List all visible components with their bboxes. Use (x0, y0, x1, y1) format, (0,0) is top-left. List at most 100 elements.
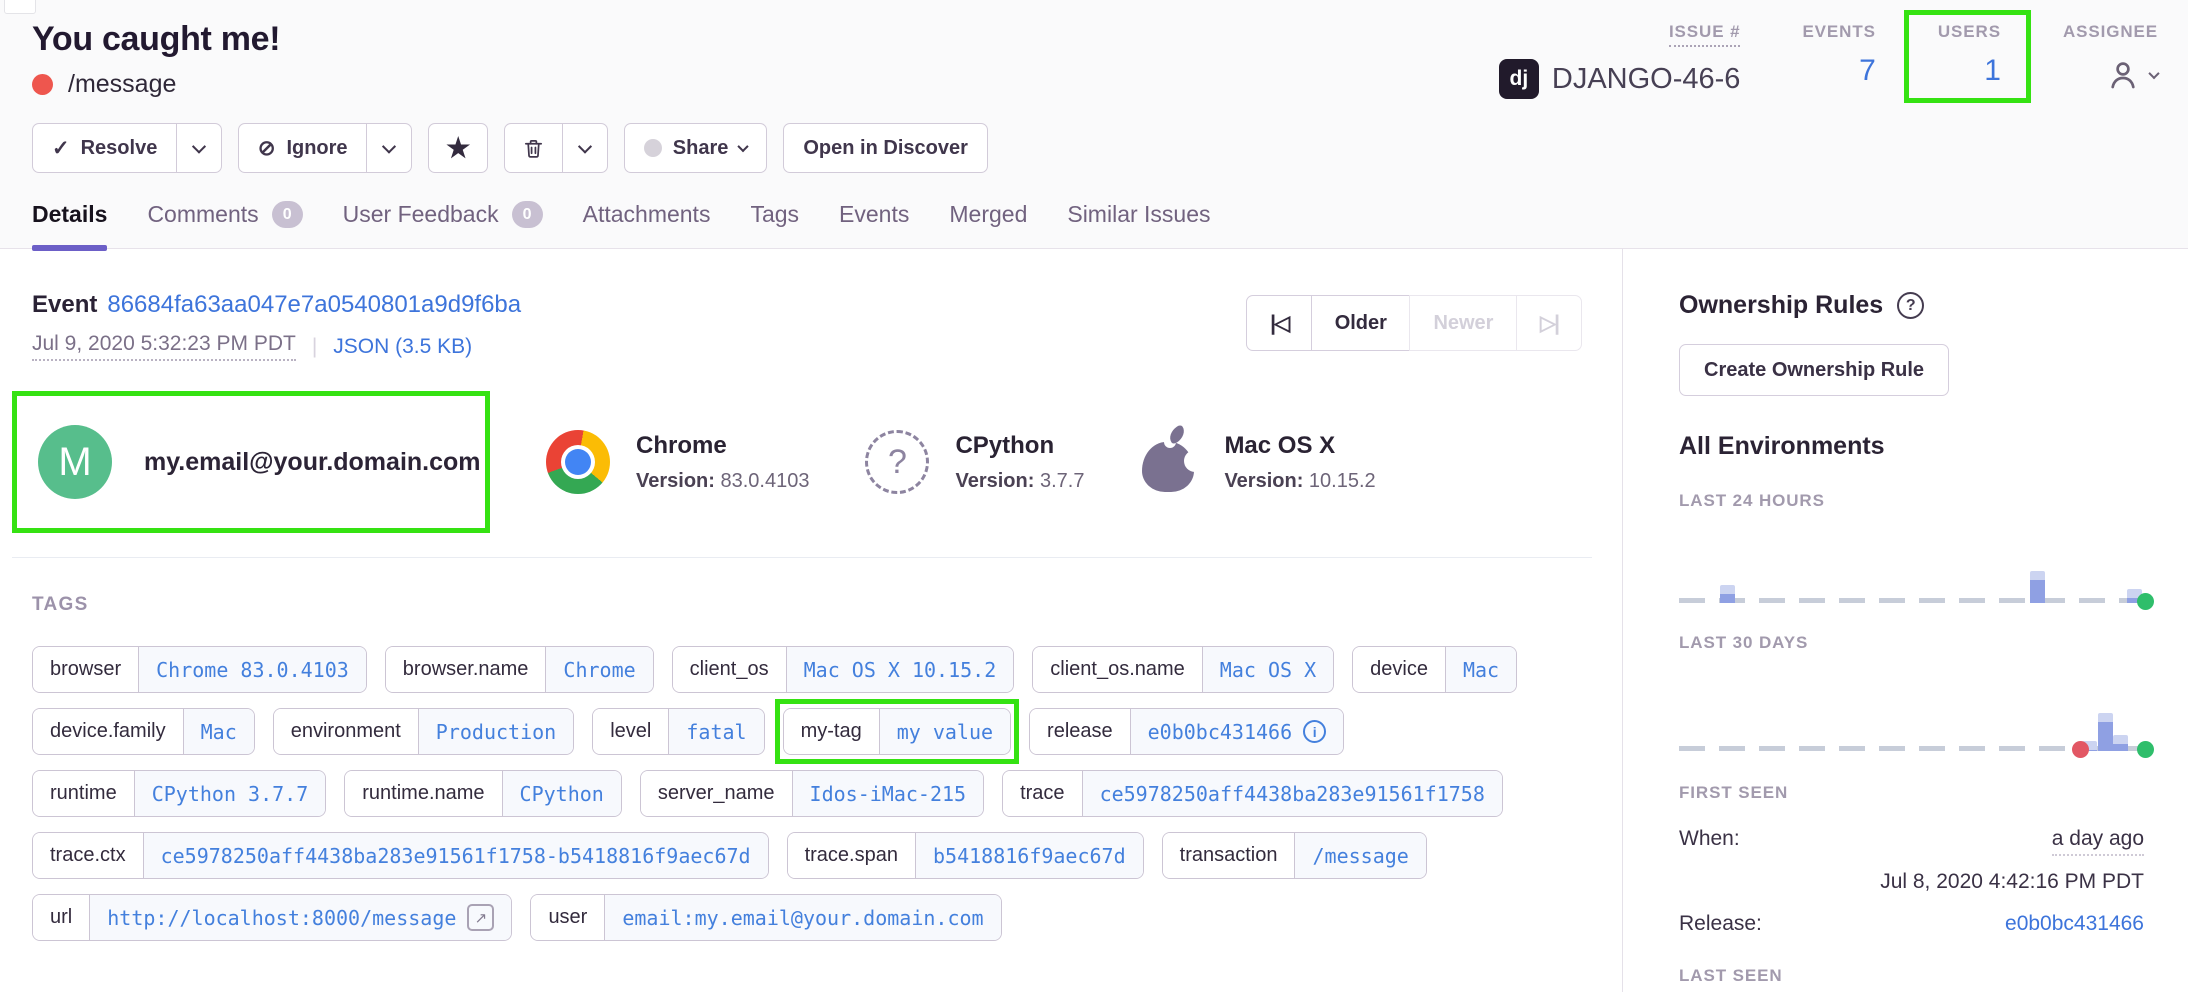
culprit-row: /message (32, 70, 280, 99)
tag-pill: url http://localhost:8000/message ↗ i (32, 894, 512, 941)
event-json-link[interactable]: JSON (3.5 KB) (333, 335, 472, 359)
tab[interactable]: Similar Issues (1067, 201, 1210, 248)
tab[interactable]: Merged (949, 201, 1027, 248)
tag-value-link[interactable]: CPython 3.7.7 i (135, 771, 326, 816)
chart-bar-slot (1772, 695, 1788, 751)
chrome-icon (546, 430, 610, 494)
tag-value-link[interactable]: Mac OS X 10.15.2 i (787, 647, 1014, 692)
tag-value-link[interactable]: /message i (1295, 833, 1425, 878)
resolve-dropdown-button[interactable] (176, 123, 222, 173)
tag-pill: release e0b0bc431466 i (1029, 708, 1344, 755)
release-info-icon[interactable]: i (1303, 720, 1326, 743)
chart-bar-slot (1912, 547, 1931, 603)
release-link[interactable]: e0b0bc431466 (2005, 912, 2144, 936)
chart-bar-slot (2020, 695, 2036, 751)
delete-button-group (504, 123, 608, 173)
tag-value-link[interactable]: fatal i (669, 709, 763, 754)
tag-pill: server_name Idos-iMac-215 i (640, 770, 984, 817)
tab-label: Comments (147, 201, 258, 228)
oldest-event-button[interactable]: |◁ (1246, 295, 1312, 351)
assignee-dropdown[interactable] (2104, 56, 2158, 94)
tag-key: client_os.name (1033, 647, 1203, 692)
user-email: my.email@your.domain.com (144, 448, 481, 477)
ignore-button[interactable]: ⊘ Ignore (238, 123, 368, 173)
help-icon[interactable]: ? (1897, 292, 1924, 319)
chart-bar-slot (1958, 695, 1974, 751)
tag-value-link[interactable]: e0b0bc431466 i (1131, 709, 1344, 754)
tag-value-text: http://localhost:8000/message (107, 906, 456, 930)
chart-bar-slot (1679, 547, 1698, 603)
tag-key: user (531, 895, 605, 940)
chart-bar (1720, 585, 1735, 603)
resolve-button[interactable]: ✓ Resolve (32, 123, 177, 173)
tag-value-link[interactable]: Chrome i (546, 647, 652, 692)
tag-value-link[interactable]: Production i (419, 709, 573, 754)
event-id-link[interactable]: 86684fa63aa047e7a0540801a9d9f6ba (107, 291, 521, 318)
chart-bar-slot (2086, 547, 2105, 603)
tag-value-link[interactable]: Mac OS X i (1203, 647, 1333, 692)
tag-value-link[interactable]: ce5978250aff4438ba283e91561f1758 i (1083, 771, 1502, 816)
ignore-dropdown-button[interactable] (366, 123, 412, 173)
ignore-button-group: ⊘ Ignore (238, 123, 412, 173)
tag-value-link[interactable]: Idos-iMac-215 i (793, 771, 984, 816)
tag-pill: client_os Mac OS X 10.15.2 i (672, 646, 1015, 693)
tag-value-text: Production (436, 720, 556, 744)
tab[interactable]: User Feedback 0 (343, 201, 543, 248)
open-in-discover-button[interactable]: Open in Discover (783, 123, 988, 173)
environments-heading: All Environments (1679, 432, 2144, 461)
chart-bar-slot (1970, 547, 1989, 603)
older-event-button[interactable]: Older (1311, 295, 1411, 351)
tag-value-link[interactable]: Mac i (1446, 647, 1516, 692)
tag-value-text: my value (897, 720, 993, 744)
events-count[interactable]: 7 (1859, 54, 1876, 87)
chart-bar-slot (1788, 695, 1804, 751)
tab[interactable]: Details (32, 201, 107, 248)
tag-pill: runtime CPython 3.7.7 i (32, 770, 326, 817)
chevron-down-icon (738, 141, 749, 152)
tab[interactable]: Attachments (583, 201, 711, 248)
chart-bar-slot (1718, 547, 1737, 603)
open-in-discover-label: Open in Discover (803, 137, 968, 160)
tags-heading: TAGS (32, 594, 1590, 616)
tab-label: Details (32, 201, 107, 228)
chart-bar-slot (1834, 547, 1853, 603)
share-button[interactable]: Share (624, 123, 768, 173)
chart-bar-slot (1931, 547, 1950, 603)
chart-bar-slot (2105, 547, 2124, 603)
chart-bar-slot (1795, 547, 1814, 603)
bookmark-button[interactable]: ★ (428, 123, 488, 173)
event-title-row: Event86684fa63aa047e7a0540801a9d9f6ba (32, 291, 521, 319)
tag-value-link[interactable]: CPython i (503, 771, 621, 816)
stat-events: EVENTS 7 (1802, 22, 1875, 87)
tag-key: trace.ctx (33, 833, 144, 878)
tag-value-text: Mac OS X 10.15.2 (804, 658, 997, 682)
first-seen-release-row: Release: e0b0bc431466 (1679, 912, 2144, 936)
tag-value-link[interactable]: ce5978250aff4438ba283e91561f1758-b541881… (144, 833, 768, 878)
tab[interactable]: Tags (750, 201, 799, 248)
tag-value-link[interactable]: http://localhost:8000/message ↗ i (90, 895, 511, 940)
runtime-version: Version: 3.7.7 (955, 470, 1084, 493)
users-count[interactable]: 1 (1984, 54, 2001, 87)
tag-value-link[interactable]: b5418816f9aec67d i (916, 833, 1143, 878)
chart-bar-slot (1695, 695, 1711, 751)
tag-pill: trace ce5978250aff4438ba283e91561f1758 i (1002, 770, 1503, 817)
delete-button[interactable] (504, 123, 563, 173)
events-label: EVENTS (1802, 22, 1875, 42)
tab[interactable]: Events (839, 201, 909, 248)
create-ownership-rule-button[interactable]: Create Ownership Rule (1679, 344, 1949, 396)
event-details-main: Event86684fa63aa047e7a0540801a9d9f6ba Ju… (0, 249, 1622, 992)
tag-key: server_name (641, 771, 793, 816)
tag-value-link[interactable]: email:my.email@your.domain.com i (605, 895, 1000, 940)
external-link-icon[interactable]: ↗ (467, 904, 494, 931)
chart-bar-slot (1710, 695, 1726, 751)
delete-dropdown-button[interactable] (562, 123, 608, 173)
tag-value-link[interactable]: Mac i (184, 709, 254, 754)
chart-bar-slot (1989, 547, 2008, 603)
tag-value-link[interactable]: Chrome 83.0.4103 i (139, 647, 366, 692)
tag-value-link[interactable]: my value i (880, 709, 1010, 754)
tag-value-text: b5418816f9aec67d (933, 844, 1126, 868)
chart-bar (2098, 713, 2113, 751)
tab[interactable]: Comments 0 (147, 201, 302, 248)
tag-value-text: Chrome (563, 658, 635, 682)
tag-key: runtime.name (345, 771, 502, 816)
